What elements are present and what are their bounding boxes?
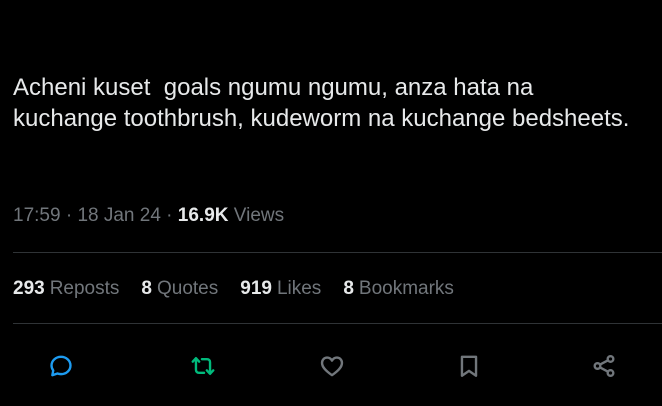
quotes-stat[interactable]: 8 Quotes bbox=[141, 276, 218, 302]
bookmarks-stat[interactable]: 8 Bookmarks bbox=[343, 276, 454, 302]
quotes-label: Quotes bbox=[156, 278, 219, 299]
bookmarks-count: 8 bbox=[343, 278, 354, 299]
likes-stat[interactable]: 919 Likes bbox=[240, 276, 321, 302]
engagement-stats: 293 Reposts 8 Quotes 919 Likes 8 Bookmarks bbox=[13, 276, 454, 302]
like-icon bbox=[320, 356, 344, 377]
tweet-meta: 17:59 · 18 Jan 24 · 16.9K Views bbox=[13, 203, 284, 229]
tweet-time[interactable]: 17:59 bbox=[13, 205, 61, 226]
share-button[interactable] bbox=[589, 348, 619, 384]
bookmarks-label: Bookmarks bbox=[358, 278, 454, 299]
action-bar bbox=[0, 348, 662, 384]
likes-count: 919 bbox=[240, 278, 272, 299]
reposts-count: 293 bbox=[13, 278, 45, 299]
reply-button[interactable] bbox=[46, 348, 76, 384]
divider bbox=[13, 252, 662, 253]
views-label: Views bbox=[233, 205, 285, 226]
repost-button[interactable] bbox=[188, 348, 218, 384]
views-count: 16.9K bbox=[177, 205, 229, 226]
meta-separator: · bbox=[160, 205, 178, 226]
reposts-stat[interactable]: 293 Reposts bbox=[13, 276, 119, 302]
likes-label: Likes bbox=[276, 278, 322, 299]
reposts-label: Reposts bbox=[49, 278, 120, 299]
bookmark-button[interactable] bbox=[454, 348, 484, 384]
share-icon bbox=[593, 354, 615, 378]
tweet-date[interactable]: 18 Jan 24 bbox=[77, 205, 160, 226]
like-button[interactable] bbox=[317, 348, 347, 384]
bookmark-icon bbox=[460, 355, 478, 377]
tweet-text: Acheni kuset goals ngumu ngumu, anza hat… bbox=[13, 74, 630, 132]
meta-separator: · bbox=[60, 205, 78, 226]
repost-icon bbox=[191, 357, 215, 375]
divider bbox=[13, 323, 662, 324]
reply-icon bbox=[50, 355, 72, 377]
quotes-count: 8 bbox=[141, 278, 152, 299]
